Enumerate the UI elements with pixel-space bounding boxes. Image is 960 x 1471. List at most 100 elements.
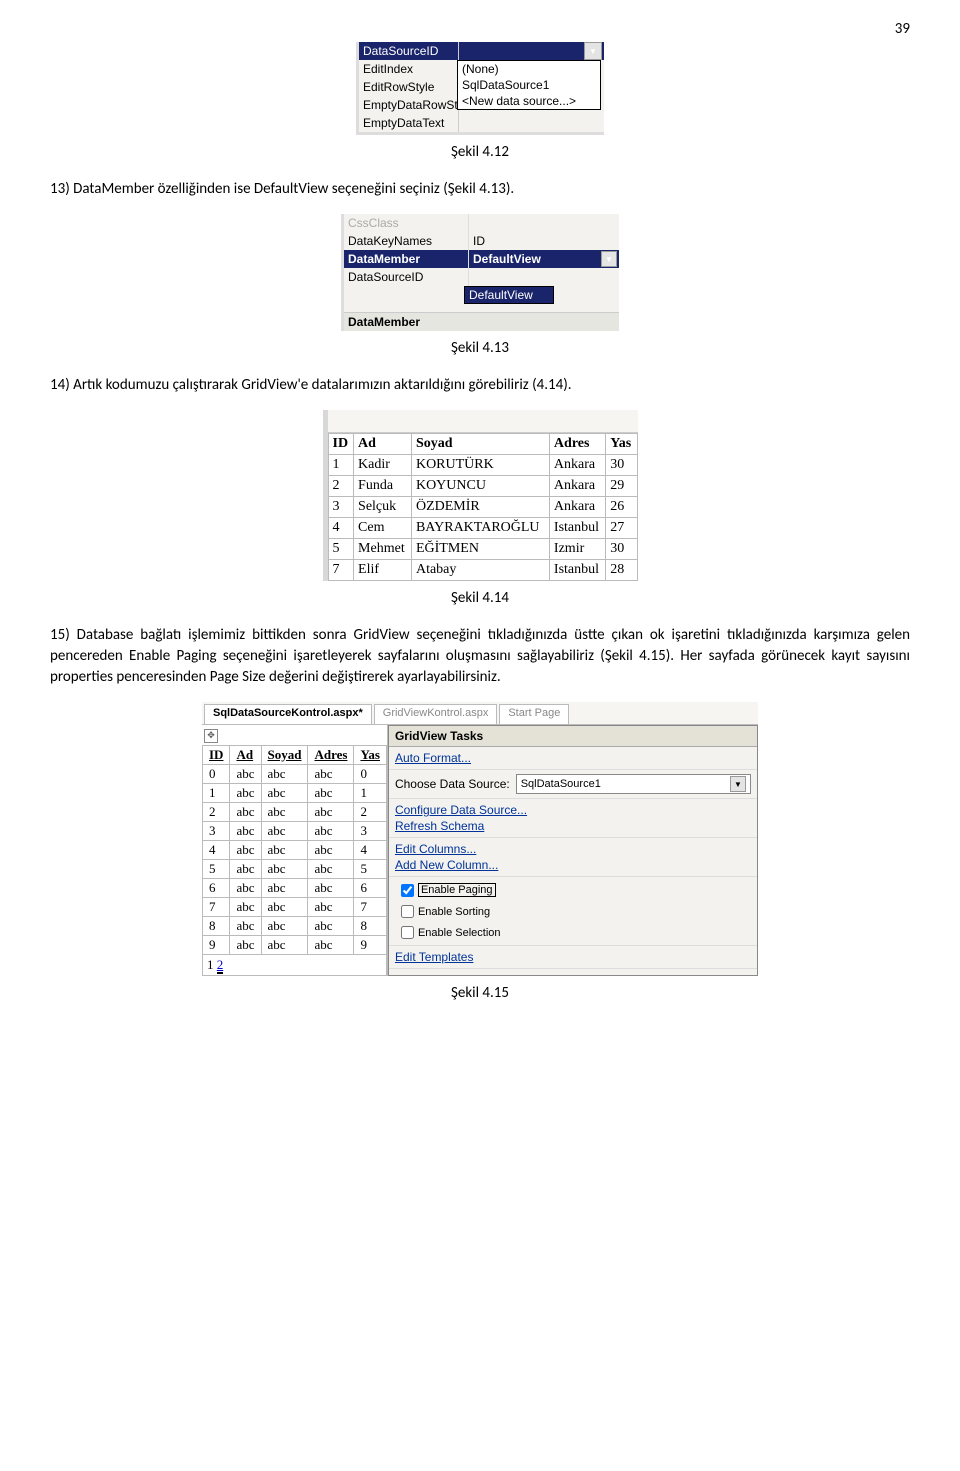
table-cell: abc bbox=[261, 802, 308, 821]
pager-link[interactable]: 2 bbox=[217, 957, 224, 974]
dropdown-option[interactable]: SqlDataSource1 bbox=[458, 77, 600, 93]
table-cell: 5 bbox=[354, 859, 387, 878]
configure-datasource-link[interactable]: Configure Data Source... bbox=[395, 803, 527, 817]
table-row: 4CemBAYRAKTAROĞLUIstanbul27 bbox=[328, 518, 637, 539]
table-cell: 7 bbox=[203, 897, 230, 916]
property-row[interactable]: CssClass bbox=[344, 214, 619, 232]
tab[interactable]: SqlDataSourceKontrol.aspx* bbox=[204, 704, 372, 724]
table-cell: 4 bbox=[203, 840, 230, 859]
table-cell: Istanbul bbox=[549, 560, 605, 581]
dropdown-option[interactable]: (None) bbox=[458, 61, 600, 77]
enable-paging-checkbox[interactable]: Enable Paging bbox=[395, 881, 502, 899]
table-cell: 30 bbox=[606, 455, 637, 476]
table-cell: abc bbox=[308, 859, 354, 878]
checkbox-input[interactable] bbox=[401, 926, 414, 939]
table-row: 2abcabcabc2 bbox=[203, 802, 387, 821]
table-cell: abc bbox=[308, 878, 354, 897]
table-cell: KOYUNCU bbox=[411, 476, 549, 497]
table-cell: 26 bbox=[606, 497, 637, 518]
table-row: 0abcabcabc0 bbox=[203, 764, 387, 783]
dropdown-option[interactable]: <New data source...> bbox=[458, 93, 600, 109]
table-cell: Ankara bbox=[549, 455, 605, 476]
table-cell: 3 bbox=[203, 821, 230, 840]
table-cell: abc bbox=[230, 878, 261, 897]
table-cell: abc bbox=[261, 783, 308, 802]
table-header: ID bbox=[203, 745, 230, 764]
table-row: 3SelçukÖZDEMİRAnkara26 bbox=[328, 497, 637, 518]
figure-4-13: CssClass DataKeyNames ID DataMember Defa… bbox=[341, 214, 619, 331]
tasks-title: GridView Tasks bbox=[389, 726, 757, 747]
tab[interactable]: GridViewKontrol.aspx bbox=[374, 704, 498, 724]
property-row[interactable]: DataSourceID bbox=[344, 268, 619, 286]
edit-columns-link[interactable]: Edit Columns... bbox=[395, 842, 476, 856]
dropdown-button[interactable]: ▼ bbox=[584, 42, 602, 60]
checkbox-input[interactable] bbox=[401, 905, 414, 918]
table-header-row: ID Ad Soyad Adres Yas bbox=[203, 745, 387, 764]
table-cell: abc bbox=[308, 764, 354, 783]
enable-selection-checkbox[interactable]: Enable Selection bbox=[395, 924, 507, 941]
table-cell: 6 bbox=[354, 878, 387, 897]
property-row[interactable]: EmptyDataText bbox=[359, 114, 604, 132]
table-cell: 1 bbox=[328, 455, 354, 476]
table-cell: ÖZDEMİR bbox=[411, 497, 549, 518]
table-cell: 0 bbox=[354, 764, 387, 783]
table-cell: abc bbox=[308, 935, 354, 954]
property-row-selected[interactable]: DataMember DefaultView ▼ bbox=[344, 250, 619, 268]
table-cell: abc bbox=[230, 935, 261, 954]
dropdown-selected-value[interactable]: DefaultView bbox=[464, 286, 554, 304]
auto-format-link[interactable]: Auto Format... bbox=[395, 751, 471, 765]
table-row: 9abcabcabc9 bbox=[203, 935, 387, 954]
table-cell: abc bbox=[230, 802, 261, 821]
design-gridview[interactable]: ✥ ID Ad Soyad Adres Yas 0abcabcabc01abca… bbox=[202, 725, 388, 976]
property-row-selected[interactable]: DataSourceID ▼ bbox=[359, 42, 604, 60]
dropdown-button[interactable]: ▼ bbox=[601, 251, 617, 267]
table-cell: 1 bbox=[354, 783, 387, 802]
table-cell: 9 bbox=[203, 935, 230, 954]
table-cell: 6 bbox=[203, 878, 230, 897]
table-cell: Elif bbox=[354, 560, 412, 581]
enable-paging-label: Enable Paging bbox=[418, 883, 496, 897]
table-row: 1KadirKORUTÜRKAnkara30 bbox=[328, 455, 637, 476]
property-row[interactable]: DataKeyNames ID bbox=[344, 232, 619, 250]
table-cell: BAYRAKTAROĞLU bbox=[411, 518, 549, 539]
table-cell: Istanbul bbox=[549, 518, 605, 539]
table-cell: abc bbox=[230, 859, 261, 878]
figure-4-14: ID Ad Soyad Adres Yas 1KadirKORUTÜRKAnka… bbox=[323, 410, 638, 581]
table-cell: Cem bbox=[354, 518, 412, 539]
table-cell: 3 bbox=[328, 497, 354, 518]
enable-sorting-checkbox[interactable]: Enable Sorting bbox=[395, 903, 496, 920]
table-cell: abc bbox=[308, 821, 354, 840]
table-cell: Kadir bbox=[354, 455, 412, 476]
choose-datasource-select[interactable]: SqlDataSource1 ▼ bbox=[516, 774, 751, 794]
table-cell: 4 bbox=[354, 840, 387, 859]
table-cell: 4 bbox=[328, 518, 354, 539]
figure-4-15: SqlDataSourceKontrol.aspx* GridViewKontr… bbox=[202, 702, 758, 976]
table-cell: 5 bbox=[328, 539, 354, 560]
table-cell: abc bbox=[261, 897, 308, 916]
table-cell: abc bbox=[230, 821, 261, 840]
table-cell: abc bbox=[230, 916, 261, 935]
dropdown-button[interactable]: ▼ bbox=[730, 776, 746, 792]
table-cell: abc bbox=[230, 840, 261, 859]
browser-toolbar bbox=[328, 410, 638, 433]
property-value: DefaultView ▼ bbox=[469, 251, 619, 267]
table-cell: Mehmet bbox=[354, 539, 412, 560]
tab[interactable]: Start Page bbox=[499, 704, 569, 724]
dropdown-list[interactable]: (None) SqlDataSource1 <New data source..… bbox=[457, 60, 601, 110]
table-cell: 7 bbox=[328, 560, 354, 581]
table-row: 8abcabcabc8 bbox=[203, 916, 387, 935]
table-cell: 3 bbox=[354, 821, 387, 840]
table-cell: Izmir bbox=[549, 539, 605, 560]
edit-templates-link[interactable]: Edit Templates bbox=[395, 950, 474, 964]
table-header: Adres bbox=[308, 745, 354, 764]
table-cell: abc bbox=[261, 821, 308, 840]
checkbox-input[interactable] bbox=[401, 884, 414, 897]
table-cell: Selçuk bbox=[354, 497, 412, 518]
add-new-column-link[interactable]: Add New Column... bbox=[395, 858, 498, 872]
table-cell: abc bbox=[308, 802, 354, 821]
table-cell: 0 bbox=[203, 764, 230, 783]
table-cell: abc bbox=[308, 840, 354, 859]
table-cell: abc bbox=[230, 783, 261, 802]
move-handle-icon[interactable]: ✥ bbox=[204, 729, 218, 743]
refresh-schema-link[interactable]: Refresh Schema bbox=[395, 819, 484, 833]
